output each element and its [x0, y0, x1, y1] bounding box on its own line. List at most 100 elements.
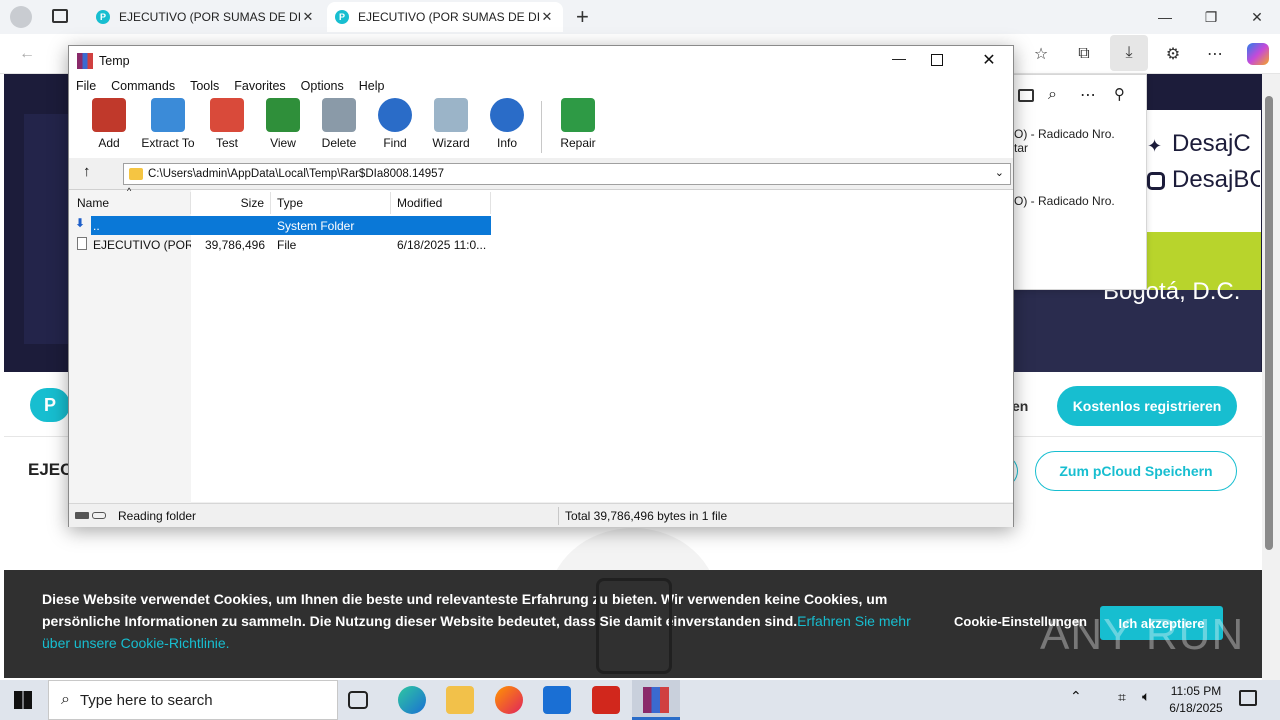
- file-explorer-icon[interactable]: [446, 686, 474, 714]
- find-magnifier-icon: [378, 98, 412, 132]
- folder-icon: [129, 168, 143, 180]
- tab-2[interactable]: P EJECUTIVO (POR SUMAS DE DINE ✕: [327, 2, 563, 32]
- close-icon[interactable]: ✕: [1234, 0, 1280, 34]
- cookie-text: Diese Website verwendet Cookies, um Ihne…: [42, 588, 912, 654]
- tool-repair[interactable]: Repair: [550, 96, 606, 156]
- pin-icon[interactable]: ⚲: [1114, 85, 1125, 103]
- tab-1[interactable]: P EJECUTIVO (POR SUMAS DE DINE ✕: [88, 2, 324, 32]
- winrar-app-icon: [77, 53, 93, 69]
- path-combobox[interactable]: C:\Users\admin\AppData\Local\Temp\Rar$DI…: [123, 163, 1011, 185]
- column-header-modified[interactable]: Modified: [391, 192, 491, 214]
- menu-tools[interactable]: Tools: [190, 79, 219, 93]
- menu-commands[interactable]: Commands: [111, 79, 175, 93]
- open-folder-icon[interactable]: [1018, 89, 1034, 102]
- add-archive-icon: [92, 98, 126, 132]
- tool-view[interactable]: View: [255, 96, 311, 156]
- menu-options[interactable]: Options: [301, 79, 344, 93]
- column-header-size[interactable]: Size: [191, 192, 271, 214]
- favorites-icon[interactable]: ☆: [1026, 39, 1056, 69]
- extensions-icon[interactable]: ⚙: [1158, 39, 1188, 69]
- column-header-type[interactable]: Type: [271, 192, 391, 214]
- profile-avatar[interactable]: [10, 6, 32, 28]
- more-options-icon[interactable]: ⋯: [1080, 85, 1096, 105]
- up-folder-icon[interactable]: ↑: [83, 163, 91, 180]
- save-to-pcloud-button[interactable]: Zum pCloud Speichern: [1035, 451, 1237, 491]
- key-icon: [92, 512, 106, 519]
- edge-icon[interactable]: [398, 686, 426, 714]
- clock-time: 11:05 PM: [1170, 684, 1222, 698]
- file-row-parent[interactable]: ⬇ .. System Folder: [69, 216, 491, 235]
- download-item[interactable]: O) - Radicado Nro. tar: [1014, 127, 1146, 167]
- show-hidden-icons[interactable]: ⌃: [1070, 688, 1082, 705]
- drive-icon: [75, 512, 89, 519]
- tab-actions-icon[interactable]: [52, 9, 68, 23]
- tool-delete[interactable]: Delete: [311, 96, 367, 156]
- download-item[interactable]: O) - Radicado Nro.: [1014, 194, 1146, 214]
- back-icon[interactable]: ←: [12, 39, 42, 69]
- extract-folder-icon: [151, 98, 185, 132]
- pcloud-logo-icon[interactable]: P: [30, 388, 70, 422]
- maximize-icon[interactable]: [931, 54, 943, 66]
- tool-info[interactable]: Info: [479, 96, 535, 156]
- anyrun-watermark: ANY RUN: [1040, 610, 1245, 659]
- minimize-icon[interactable]: —: [1142, 0, 1188, 34]
- downloads-icon[interactable]: ⤓: [1110, 35, 1148, 71]
- more-icon[interactable]: ⋯: [1200, 39, 1230, 69]
- close-tab-icon[interactable]: ✕: [300, 9, 316, 25]
- tool-add[interactable]: Add: [81, 96, 137, 156]
- tool-wizard[interactable]: Wizard: [423, 96, 479, 156]
- download-item-status: tar: [1014, 141, 1029, 155]
- scrollbar-thumb[interactable]: [1265, 96, 1273, 550]
- download-item-name: O) - Radicado Nro.: [1014, 194, 1115, 208]
- login-link[interactable]: en: [1012, 398, 1028, 414]
- search-downloads-icon[interactable]: ⌕: [1048, 86, 1057, 104]
- register-button[interactable]: Kostenlos registrieren: [1057, 386, 1237, 426]
- header-label: Name: [77, 196, 110, 210]
- view-book-icon: [266, 98, 300, 132]
- file-name: ..: [93, 218, 100, 233]
- network-icon[interactable]: ⌗: [1118, 689, 1126, 706]
- tool-extract-to[interactable]: Extract To: [137, 96, 199, 156]
- chevron-down-icon[interactable]: ⌄: [995, 166, 1004, 179]
- taskbar-search-box[interactable]: ⌕ Type here to search: [48, 680, 338, 720]
- winrar-menu-bar: File Commands Tools Favorites Options He…: [69, 76, 1013, 96]
- file-list: Name ^ Size Type Modified ⬇ .. System Fol…: [69, 186, 1013, 503]
- search-placeholder: Type here to search: [79, 691, 213, 709]
- cookie-message: Diese Website verwendet Cookies, um Ihne…: [42, 591, 888, 629]
- tool-label: Delete: [321, 136, 357, 150]
- new-tab-icon[interactable]: +: [576, 4, 589, 30]
- close-icon[interactable]: ✕: [973, 50, 1005, 70]
- tool-test[interactable]: Test: [199, 96, 255, 156]
- taskbar-clock[interactable]: 11:05 PM 6/18/2025: [1160, 683, 1232, 717]
- menu-help[interactable]: Help: [359, 79, 385, 93]
- winrar-titlebar[interactable]: Temp — ✕: [69, 46, 1013, 76]
- tool-label: Extract To: [141, 136, 195, 150]
- acrobat-icon[interactable]: [592, 686, 620, 714]
- file-row[interactable]: EJECUTIVO (POR... 39,786,496 File 6/18/2…: [69, 235, 491, 254]
- menu-file[interactable]: File: [76, 79, 96, 93]
- task-view-icon[interactable]: [348, 691, 368, 709]
- winrar-taskbar-button[interactable]: [632, 680, 680, 720]
- start-windows-icon[interactable]: [14, 691, 32, 709]
- column-header-name[interactable]: Name ^: [69, 186, 191, 214]
- copilot-icon[interactable]: [1247, 43, 1269, 65]
- firefox-icon[interactable]: [495, 686, 523, 714]
- status-divider: [558, 506, 559, 525]
- banner-handle-1: DesajC: [1172, 130, 1251, 157]
- banner-handle-2: DesajBC: [1172, 166, 1260, 193]
- outlook-icon[interactable]: [543, 686, 571, 714]
- banner-lower: Bogotá, D.C.: [1013, 278, 1261, 372]
- tab-title: EJECUTIVO (POR SUMAS DE DINE: [119, 10, 300, 24]
- tool-label: Find: [383, 136, 407, 150]
- menu-favorites[interactable]: Favorites: [234, 79, 285, 93]
- minimize-icon[interactable]: —: [883, 50, 915, 66]
- winrar-title: Temp: [99, 54, 130, 68]
- search-icon: ⌕: [61, 691, 70, 708]
- tool-find[interactable]: Find: [367, 96, 423, 156]
- winrar-window: Temp — ✕ File Commands Tools Favorites O…: [68, 45, 1014, 527]
- volume-icon[interactable]: 🔈︎: [1142, 688, 1150, 705]
- close-tab-icon[interactable]: ✕: [539, 9, 555, 25]
- collections-icon[interactable]: ⧉: [1069, 39, 1099, 69]
- restore-icon[interactable]: ❐: [1188, 0, 1234, 34]
- notifications-icon[interactable]: [1239, 690, 1257, 706]
